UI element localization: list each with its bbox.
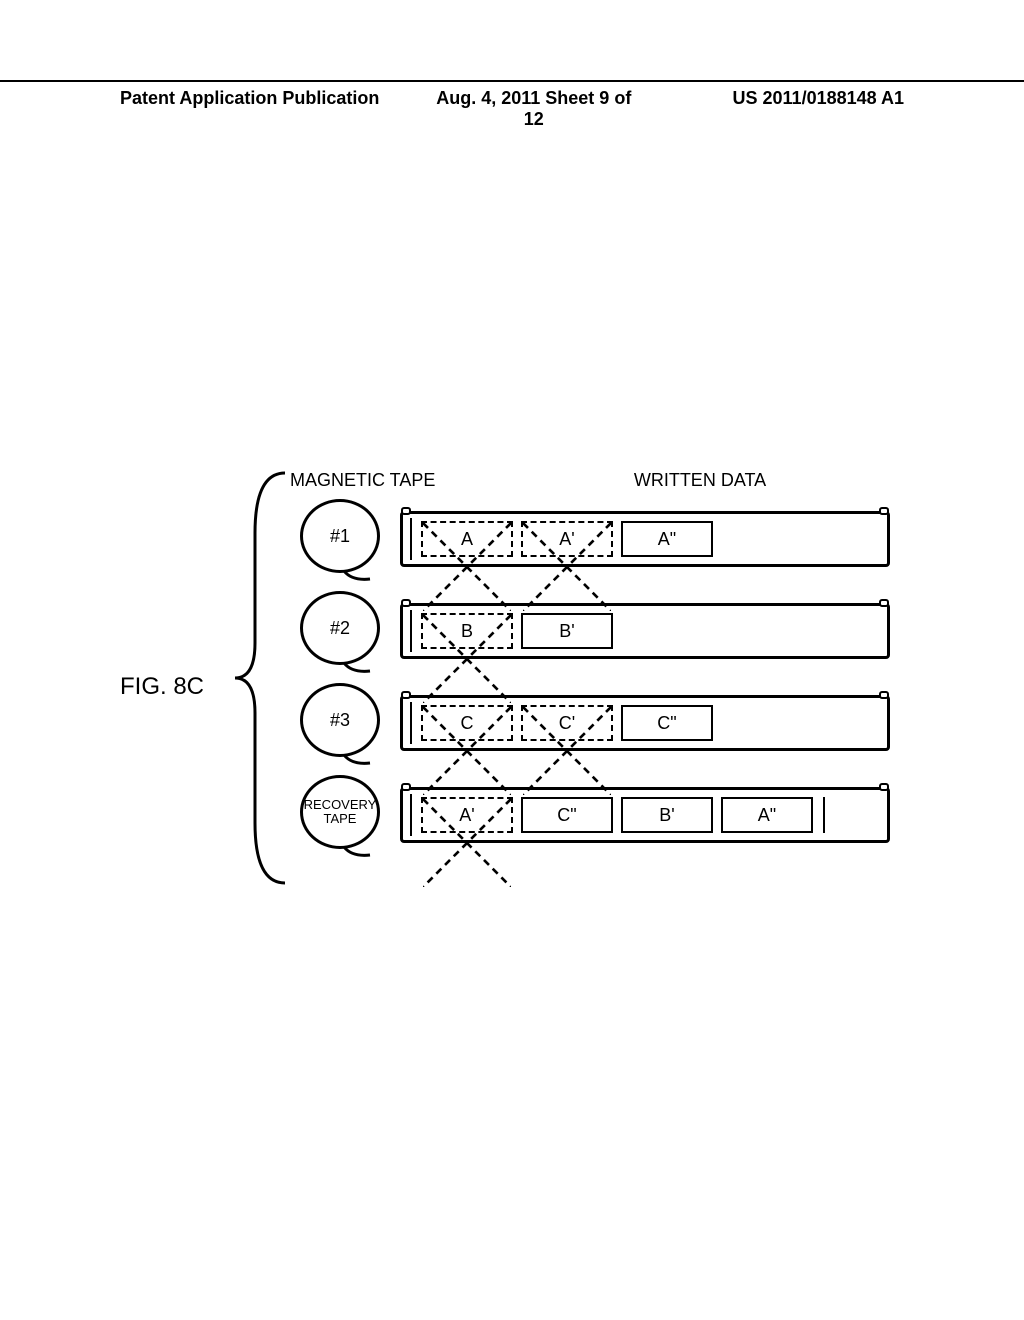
tape-leader-icon [410,518,412,560]
header-left: Patent Application Publication [120,88,425,130]
data-block: C" [621,705,713,741]
data-block: B' [621,797,713,833]
reel-tail-icon [342,753,372,765]
data-block-label: B [461,621,473,642]
tape-strip: B B' [400,603,890,659]
tape-leader-icon [410,794,412,836]
tape-strip: A' C" B' A" [400,787,890,843]
data-block-label: A" [758,805,776,826]
data-block-label: C' [559,713,575,734]
header-right: US 2011/0188148 A1 [643,88,904,130]
tape-reel: #2 [296,587,384,675]
data-block: A' [521,521,613,557]
data-block: A" [621,521,713,557]
data-block-label: B' [559,621,574,642]
end-marker [823,797,825,833]
tape-strip: C C' C" [400,695,890,751]
tape-row: #2 B B' [296,585,890,677]
tape-row: RECOVERYTAPE A' C" B' A" [296,769,890,861]
tape-loop-icon [401,691,411,699]
data-block-label: B' [659,805,674,826]
reel-tail-icon [342,569,372,581]
data-block: C' [521,705,613,741]
tape-loop-icon [401,507,411,515]
data-block-label: A" [658,529,676,550]
tape-loop-icon [401,783,411,791]
col-magnetic-tape: MAGNETIC TAPE [290,470,450,491]
reel-label: #3 [300,683,380,757]
tape-row: #3 C C' C" [296,677,890,769]
col-written-data: WRITTEN DATA [450,470,890,491]
data-block: A" [721,797,813,833]
data-block: C [421,705,513,741]
figure-label: FIG. 8C [120,673,204,701]
data-block: A' [421,797,513,833]
data-block-label: C" [657,713,676,734]
tape-loop-icon [879,691,889,699]
data-block-label: A' [559,529,574,550]
tape-strip: A A' A" [400,511,890,567]
tape-leader-icon [410,610,412,652]
data-block-label: A [461,529,473,550]
tape-reel: #1 [296,495,384,583]
header-mid: Aug. 4, 2011 Sheet 9 of 12 [425,88,643,130]
data-block: A [421,521,513,557]
tape-reel: RECOVERYTAPE [296,771,384,859]
tape-leader-icon [410,702,412,744]
tape-loop-icon [401,599,411,607]
tape-loop-icon [879,783,889,791]
data-block-label: C" [557,805,576,826]
reel-label: #2 [300,591,380,665]
tape-loop-icon [879,507,889,515]
column-headers: MAGNETIC TAPE WRITTEN DATA [290,470,890,491]
data-block-label: A' [459,805,474,826]
reel-tail-icon [342,845,372,857]
reel-label: RECOVERYTAPE [300,775,380,849]
data-block: B [421,613,513,649]
data-block-label: C [461,713,474,734]
figure-8c: MAGNETIC TAPE WRITTEN DATA FIG. 8C #1AA'… [130,470,890,861]
data-block: C" [521,797,613,833]
tape-reel: #3 [296,679,384,767]
reel-tail-icon [342,661,372,673]
reel-label: #1 [300,499,380,573]
tape-loop-icon [879,599,889,607]
page-header: Patent Application Publication Aug. 4, 2… [0,80,1024,130]
data-block: B' [521,613,613,649]
tape-row: #1 A A' A" [296,493,890,585]
curly-brace-icon [230,463,290,893]
